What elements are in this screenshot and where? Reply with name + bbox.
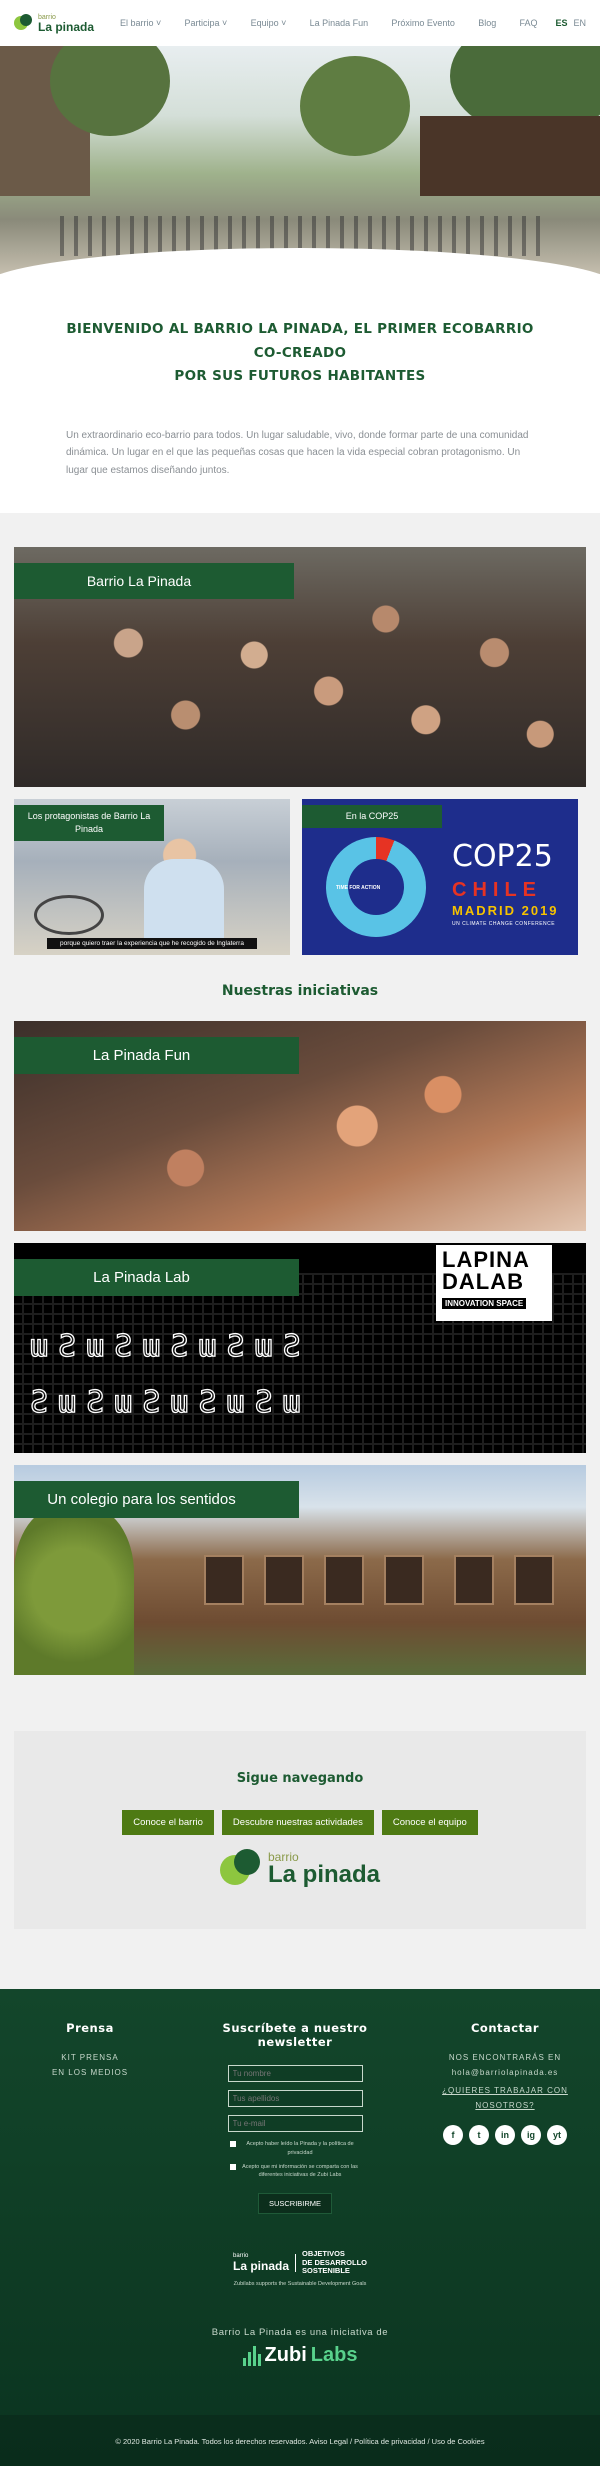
content-section: Barrio La Pinada Los protagonistas de Ba… [0, 513, 600, 1990]
card-label: En la COP25 [302, 805, 442, 828]
ods-logo: barrio La pinada OBJETIVOS DE DESARROLLO… [232, 2249, 368, 2275]
welcome-section: BIENVENIDO AL BARRIO LA PINADA, EL PRIME… [0, 278, 600, 513]
nav-item-blog[interactable]: Blog [478, 18, 496, 28]
card-protagonistas[interactable]: Los protagonistas de Barrio La Pinada po… [14, 799, 290, 956]
zubilabs-block: Barrio La Pinada es una iniciativa de Zu… [0, 2327, 600, 2371]
card-la-pinada-lab[interactable]: ɯƧɯƧɯƧɯƧɯƧ ƧɯƧɯƧɯƧɯƧɯ LAPINA DALAB INNOV… [14, 1243, 586, 1454]
zubi-text: Barrio La Pinada es una iniciativa de [211, 2327, 389, 2339]
chevron-down-icon: ˅ [278, 18, 287, 28]
footer-contact: Contactar NOS ENCONTRARÁS EN hola@barrio… [440, 2021, 570, 2214]
trabaja-con-nosotros-link[interactable]: ¿QUIERES TRABAJAR CON NOSOTROS? [440, 2084, 570, 2113]
actividades-button[interactable]: Descubre nuestras actividades [221, 1810, 374, 1836]
sigue-title: Sigue navegando [236, 1771, 364, 1787]
lab-logo: LAPINA DALAB INNOVATION SPACE [436, 1245, 552, 1322]
welcome-text: Un extraordinario eco-barrio para todos.… [66, 429, 529, 476]
instagram-icon[interactable]: ig [521, 2124, 541, 2145]
nav-item-faq[interactable]: FAQ [519, 18, 537, 28]
sigue-logo: barrio La pinada [14, 1849, 586, 1889]
nav-item-equipo[interactable]: Equipo ˅ [251, 18, 287, 28]
chevron-down-icon: ˅ [153, 18, 162, 28]
card-label: La Pinada Fun [14, 1037, 299, 1075]
nav-item-el-barrio[interactable]: El barrio ˅ [120, 18, 161, 28]
footer: Prensa KIT PRENSA EN LOS MEDIOS Suscríbe… [0, 1989, 600, 2466]
hero-image [0, 46, 600, 278]
card-barrio-la-pinada[interactable]: Barrio La Pinada [14, 547, 586, 788]
card-label: Los protagonistas de Barrio La Pinada [14, 805, 164, 841]
share-checkbox[interactable] [230, 2163, 236, 2170]
footer-prensa: Prensa KIT PRENSA EN LOS MEDIOS [30, 2021, 150, 2214]
card-la-pinada-fun[interactable]: La Pinada Fun [14, 1021, 586, 1232]
linkedin-icon[interactable]: in [495, 2124, 515, 2145]
site-logo[interactable]: barrio La pinada [14, 14, 106, 33]
bars-icon [242, 2345, 261, 2366]
sigue-buttons: Conoce el barrio Descubre nuestras activ… [14, 1810, 586, 1836]
contact-title: Contactar [470, 2021, 540, 2036]
nav-item-la-pinada-fun[interactable]: La Pinada Fun [310, 18, 369, 28]
card-label: Un colegio para los sentidos [14, 1481, 299, 1519]
language-switcher: ES EN [555, 18, 586, 28]
ods-subtitle: Zubilabs supports the Sustainable Develo… [233, 2281, 367, 2288]
card-label: Barrio La Pinada [14, 563, 294, 600]
youtube-icon[interactable]: yt [547, 2124, 567, 2145]
logo-mark-icon [219, 1849, 264, 1889]
email-input[interactable] [227, 2115, 363, 2133]
facebook-icon[interactable]: f [443, 2124, 463, 2145]
nav-item-proximo-evento[interactable]: Próximo Evento [391, 18, 455, 28]
twitter-icon[interactable]: t [469, 2124, 489, 2145]
logo-big-text: La pinada [38, 19, 95, 34]
sigue-navegando-box: Sigue navegando Conoce el barrio Descubr… [14, 1731, 586, 1930]
conoce-barrio-button[interactable]: Conoce el barrio [122, 1810, 214, 1836]
cards-row: Los protagonistas de Barrio La Pinada po… [14, 799, 586, 956]
social-links: f t in ig yt [440, 2124, 570, 2145]
surname-input[interactable] [227, 2090, 363, 2108]
privacy-checkbox-row: Acepto haber leído la Pinada y la políti… [230, 2140, 360, 2157]
lang-es[interactable]: ES [555, 18, 567, 28]
equipo-button[interactable]: Conoce el equipo [381, 1810, 478, 1836]
footer-newsletter: Suscríbete a nuestro newsletter Acepto h… [205, 2021, 385, 2215]
chevron-down-icon: ˅ [219, 18, 228, 28]
lang-en[interactable]: EN [573, 18, 586, 28]
nav-item-participa[interactable]: Participa ˅ [185, 18, 228, 28]
logo-mark-icon [14, 14, 34, 32]
video-subtitle: porque quiero traer la experiencia que h… [47, 938, 257, 950]
zubilabs-logo[interactable]: Zubi Labs [242, 2344, 357, 2367]
card-label: La Pinada Lab [14, 1259, 299, 1297]
top-navbar: barrio La pinada El barrio ˅ Participa ˅… [0, 0, 600, 46]
prensa-title: Prensa [66, 2021, 114, 2036]
copyright: © 2020 Barrio La Pinada. Todos los derec… [0, 2414, 600, 2466]
en-los-medios-link[interactable]: EN LOS MEDIOS [52, 2068, 128, 2077]
bicycle-icon [34, 895, 104, 936]
welcome-title: BIENVENIDO AL BARRIO LA PINADA, EL PRIME… [66, 321, 534, 385]
share-checkbox-row: Acepto que mi información se comparta co… [230, 2163, 360, 2180]
privacy-checkbox[interactable] [230, 2141, 236, 2148]
nav-menu: El barrio ˅ Participa ˅ Equipo ˅ La Pina… [106, 18, 537, 28]
newsletter-title: Suscríbete a nuestro newsletter [222, 2021, 368, 2050]
card-cop25[interactable]: TIME FOR ACTION COP25 CHILE MADRID 2019 … [302, 799, 578, 956]
initiatives-title: Nuestras iniciativas [221, 983, 379, 1000]
contact-email-link[interactable]: hola@barriolapinada.es [452, 2068, 559, 2077]
kit-prensa-link[interactable]: KIT PRENSA [61, 2053, 118, 2062]
card-colegio[interactable]: Un colegio para los sentidos [14, 1465, 586, 1676]
subscribe-button[interactable]: SUSCRIBIRME [257, 2193, 333, 2215]
name-input[interactable] [227, 2065, 363, 2083]
